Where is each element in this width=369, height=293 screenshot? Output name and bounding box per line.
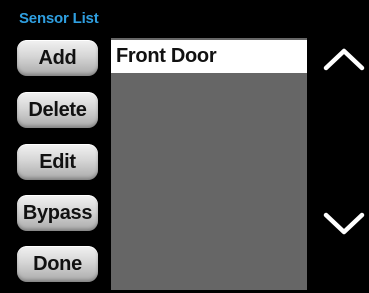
edit-button[interactable]: Edit (17, 144, 98, 180)
scroll-up-button[interactable] (322, 45, 366, 73)
sensor-list[interactable]: Front Door (111, 38, 307, 290)
delete-button[interactable]: Delete (17, 92, 98, 128)
bypass-button[interactable]: Bypass (17, 195, 98, 231)
done-button[interactable]: Done (17, 246, 98, 282)
page-title: Sensor List (19, 10, 99, 27)
sensor-list-screen: Sensor List Add Delete Edit Bypass Done … (0, 0, 369, 293)
chevron-down-icon (323, 212, 365, 235)
scroll-down-button[interactable] (322, 210, 366, 238)
chevron-up-icon (323, 48, 365, 71)
add-button[interactable]: Add (17, 40, 98, 76)
list-item[interactable]: Front Door (111, 40, 307, 73)
